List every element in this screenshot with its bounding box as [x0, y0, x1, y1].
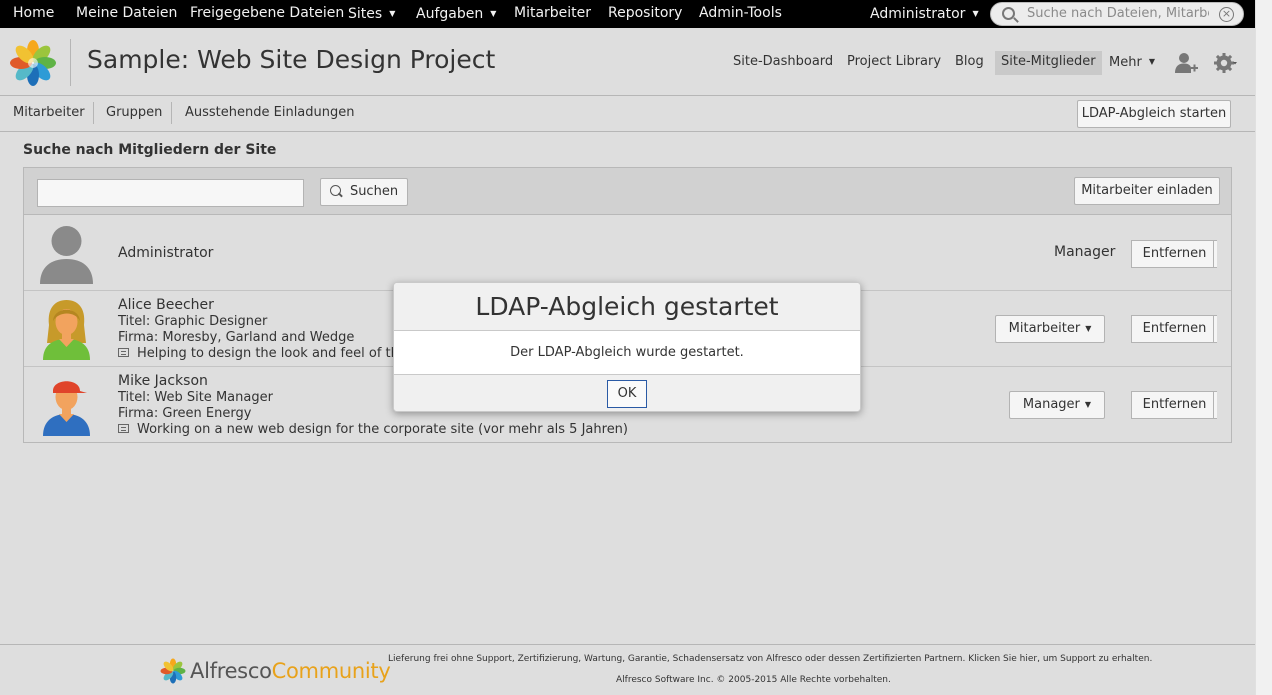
role-select-button[interactable]: Manager ▼: [1009, 391, 1105, 419]
alfresco-logo-icon: [160, 658, 186, 684]
page-scrollbar[interactable]: [1255, 0, 1272, 695]
invite-people-button[interactable]: Mitarbeiter einladen: [1074, 177, 1220, 205]
member-status: Helping to design the look and feel of t…: [118, 346, 407, 361]
alfresco-logo-icon: [10, 40, 56, 86]
site-nav-more[interactable]: Mehr ▼: [1109, 51, 1155, 75]
search-icon: [329, 185, 341, 196]
members-toolbar: Suchen Mitarbeiter einladen: [24, 168, 1231, 215]
join-site-user-icon[interactable]: [1174, 51, 1198, 75]
section-title: Suche nach Mitgliedern der Site: [23, 142, 277, 158]
footer-brand[interactable]: AlfrescoCommunity: [190, 659, 391, 683]
remove-member-button[interactable]: Entfernen: [1131, 315, 1217, 343]
site-title: Sample: Web Site Design Project: [87, 45, 496, 74]
chevron-down-icon: ▼: [972, 9, 979, 18]
global-search-placeholder: Suche nach Dateien, Mitarbeit: [1027, 6, 1209, 21]
ok-button[interactable]: OK: [607, 380, 647, 408]
user-menu[interactable]: Administrator ▼: [870, 0, 979, 28]
site-nav-dashboard[interactable]: Site-Dashboard: [733, 51, 833, 75]
nav-repository[interactable]: Repository: [608, 0, 682, 28]
nav-shared-files[interactable]: Freigegebene Dateien: [190, 0, 344, 28]
nav-my-files[interactable]: Meine Dateien: [76, 0, 177, 28]
dialog-title: LDAP-Abgleich gestartet: [394, 283, 860, 331]
dialog-message: Der LDAP-Abgleich wurde gestartet.: [510, 345, 744, 360]
member-search-input[interactable]: [37, 179, 304, 207]
footer-brand-edition: Community: [271, 659, 391, 683]
subnav-groups[interactable]: Gruppen: [106, 105, 162, 120]
nav-tasks[interactable]: Aufgaben ▼: [416, 0, 496, 28]
footer-support-notice[interactable]: Lieferung frei ohne Support, Zertifizier…: [388, 654, 1152, 664]
nav-tasks-label: Aufgaben: [416, 6, 484, 22]
status-note-icon: [118, 348, 129, 357]
top-navigation-bar: Home Meine Dateien Freigegebene Dateien …: [0, 0, 1255, 28]
member-status: Working on a new web design for the corp…: [118, 422, 628, 437]
subnav-separator: [171, 102, 172, 124]
remove-member-button[interactable]: Entfernen: [1131, 391, 1217, 419]
clear-search-icon[interactable]: ×: [1219, 7, 1234, 22]
site-nav-blog[interactable]: Blog: [955, 51, 984, 75]
role-select-label: Manager: [1022, 397, 1080, 412]
ldap-sync-button[interactable]: LDAP-Abgleich starten: [1077, 100, 1231, 128]
nav-home[interactable]: Home: [13, 0, 54, 28]
subnav-pending-invites[interactable]: Ausstehende Einladungen: [185, 105, 355, 120]
search-icon: [1002, 7, 1015, 20]
member-company: Firma: Moresby, Garland and Wedge: [118, 330, 355, 345]
remove-member-button[interactable]: Entfernen: [1131, 240, 1217, 268]
role-select-label: Mitarbeiter: [1008, 321, 1081, 336]
member-status-text: Working on a new web design for the corp…: [137, 422, 628, 437]
member-name[interactable]: Alice Beecher: [118, 297, 214, 313]
member-title: Titel: Graphic Designer: [118, 314, 268, 329]
default-avatar-icon: [40, 226, 93, 284]
page-footer: AlfrescoCommunity Lieferung frei ohne Su…: [0, 644, 1255, 695]
footer-copyright: Alfresco Software Inc. © 2005-2015 Alle …: [616, 675, 891, 685]
status-note-icon: [118, 424, 129, 433]
footer-brand-name: Alfresco: [190, 659, 272, 683]
dialog-footer: OK: [394, 374, 860, 411]
role-select-button[interactable]: Mitarbeiter ▼: [995, 315, 1105, 343]
chevron-down-icon: ▼: [1084, 400, 1092, 409]
member-name[interactable]: Mike Jackson: [118, 373, 208, 389]
nav-sites-label: Sites: [348, 6, 383, 22]
subnav-people[interactable]: Mitarbeiter: [13, 105, 85, 120]
nav-people[interactable]: Mitarbeiter: [514, 0, 591, 28]
global-search-box[interactable]: Suche nach Dateien, Mitarbeit ×: [990, 2, 1244, 26]
member-name[interactable]: Administrator: [118, 245, 213, 261]
site-nav-library[interactable]: Project Library: [847, 51, 941, 75]
nav-admin-tools[interactable]: Admin-Tools: [699, 0, 782, 28]
nav-sites[interactable]: Sites ▼: [348, 0, 395, 28]
user-menu-label: Administrator: [870, 6, 966, 22]
chevron-down-icon: ▼: [490, 9, 497, 18]
gear-icon[interactable]: [1213, 51, 1237, 75]
male-user-avatar-icon: [43, 381, 90, 436]
female-user-avatar-icon: [43, 300, 90, 360]
members-subnav: Mitarbeiter Gruppen Ausstehende Einladun…: [0, 96, 1255, 132]
member-role: Manager: [1054, 244, 1116, 260]
site-nav-members[interactable]: Site-Mitglieder: [995, 51, 1102, 75]
ldap-sync-dialog: LDAP-Abgleich gestartet Der LDAP-Abgleic…: [393, 282, 861, 412]
search-button[interactable]: Suchen: [320, 178, 408, 206]
member-status-text: Helping to design the look and feel of t…: [137, 346, 407, 361]
member-company: Firma: Green Energy: [118, 406, 252, 421]
chevron-down-icon: ▼: [1148, 57, 1155, 66]
chevron-down-icon: ▼: [1085, 324, 1092, 333]
site-header: Sample: Web Site Design Project Site-Das…: [0, 28, 1255, 96]
subnav-separator: [93, 102, 94, 124]
member-title: Titel: Web Site Manager: [118, 390, 273, 405]
chevron-down-icon: ▼: [389, 9, 396, 18]
header-divider: [70, 39, 71, 86]
member-row: Administrator Manager Entfernen: [24, 215, 1231, 291]
search-button-label: Suchen: [349, 184, 399, 199]
site-nav-more-label: Mehr: [1109, 55, 1142, 70]
